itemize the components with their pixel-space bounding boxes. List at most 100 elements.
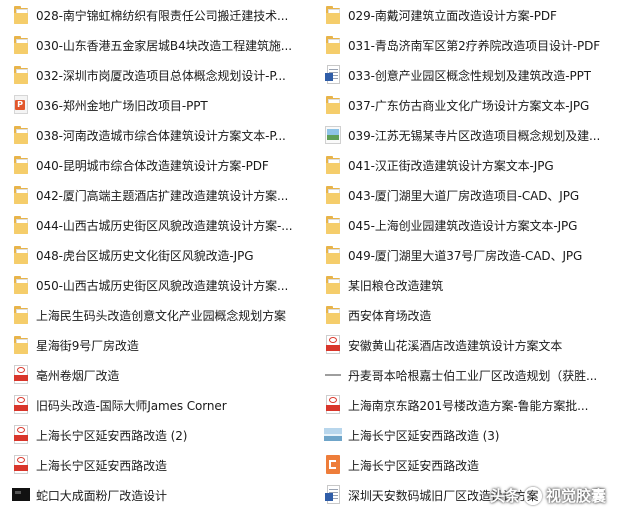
file-list-left-column: 028-南宁锦虹棉纺织有限责任公司搬迁建技术... 030-山东香港五金家居城B4… [0,0,310,510]
file-name: 033-创意产业园区概念性规划及建筑改造-PPT [348,68,591,83]
ppt-icon: P [12,95,30,115]
file-item[interactable]: 048-虎台区城历史文化街区风貌改造-JPG [0,240,310,270]
file-name: 上海长宁区延安西路改造 (2) [36,428,188,443]
folder-icon [324,35,342,55]
file-name: 上海长宁区延安西路改造 (3) [348,428,500,443]
dark-image-icon [12,485,30,505]
file-name: 042-厦门高端主题酒店扩建改造建筑设计方案... [36,188,289,203]
file-name: 028-南宁锦虹棉纺织有限责任公司搬迁建技术... [36,8,289,23]
file-item[interactable]: 029-南戴河建筑立面改造设计方案-PDF [318,0,618,30]
pdf-icon [324,395,342,415]
file-name: 上海南京东路201号楼改造方案-鲁能方案批... [348,398,589,413]
folder-icon [324,5,342,25]
file-item[interactable]: 041-汉正街改造建筑设计方案文本-JPG [318,150,618,180]
file-name: 044-山西古城历史街区风貌改造建筑设计方案-... [36,218,293,233]
file-name: 安徽黄山花溪酒店改造建筑设计方案文本 [348,338,563,353]
file-name: 029-南戴河建筑立面改造设计方案-PDF [348,8,557,23]
file-item[interactable]: 上海民生码头改造创意文化产业园概念规划方案 [0,300,310,330]
folder-icon [12,65,30,85]
file-item[interactable]: 上海长宁区延安西路改造 [318,450,618,480]
file-name: 039-江苏无锡某寺片区改造项目概念规划及建... [348,128,601,143]
file-name: 043-厦门湖里大道厂房改造项目-CAD、JPG [348,188,580,203]
folder-icon [324,305,342,325]
file-item[interactable]: 032-深圳市岗厦改造项目总体概念规划设计-P... [0,60,310,90]
folder-icon [12,185,30,205]
file-item[interactable]: 丹麦哥本哈根嘉士伯工业厂区改造规划（获胜... [318,360,618,390]
orange-doc-icon [324,455,342,475]
file-item[interactable]: 某旧粮仓改造建筑 [318,270,618,300]
folder-icon [324,185,342,205]
file-item[interactable]: P 036-郑州金地广场旧改项目-PPT [0,90,310,120]
file-name: 西安体育场改造 [348,308,432,323]
stripe-icon [324,365,342,385]
file-name: 旧码头改造-国际大师James Corner [36,398,227,413]
pdf-icon [12,365,30,385]
file-item[interactable]: 星海街9号厂房改造 [0,330,310,360]
file-item[interactable]: 039-江苏无锡某寺片区改造项目概念规划及建... [318,120,618,150]
folder-icon [12,35,30,55]
file-name: 040-昆明城市综合体改造建筑设计方案-PDF [36,158,269,173]
file-item[interactable]: 028-南宁锦虹棉纺织有限责任公司搬迁建技术... [0,0,310,30]
file-item[interactable]: 上海南京东路201号楼改造方案-鲁能方案批... [318,390,618,420]
file-list-right-column: 029-南戴河建筑立面改造设计方案-PDF 031-青岛济南军区第2疗养院改造项目… [318,0,618,510]
folder-icon [324,245,342,265]
folder-icon [324,215,342,235]
pdf-icon [324,335,342,355]
file-name: 亳州卷烟厂改造 [36,368,120,383]
file-name: 030-山东香港五金家居城B4块改造工程建筑施... [36,38,292,53]
file-item[interactable]: 上海长宁区延安西路改造 [0,450,310,480]
folder-icon [324,155,342,175]
file-name: 上海长宁区延安西路改造 [36,458,167,473]
file-item[interactable]: 亳州卷烟厂改造 [0,360,310,390]
file-name: 032-深圳市岗厦改造项目总体概念规划设计-P... [36,68,286,83]
file-item[interactable]: 045-上海创业园建筑改造设计方案文本-JPG [318,210,618,240]
file-item[interactable]: 030-山东香港五金家居城B4块改造工程建筑施... [0,30,310,60]
folder-icon [12,125,30,145]
file-item[interactable]: 050-山西古城历史街区风貌改造建筑设计方案... [0,270,310,300]
file-item[interactable]: 042-厦门高端主题酒店扩建改造建筑设计方案... [0,180,310,210]
file-item[interactable]: 049-厦门湖里大道37号厂房改造-CAD、JPG [318,240,618,270]
pdf-icon [12,395,30,415]
file-item[interactable]: 044-山西古城历史街区风貌改造建筑设计方案-... [0,210,310,240]
file-name: 050-山西古城历史街区风貌改造建筑设计方案... [36,278,289,293]
folder-icon [12,215,30,235]
folder-icon [12,155,30,175]
file-item[interactable]: 037-广东仿古商业文化广场设计方案文本-JPG [318,90,618,120]
file-item[interactable]: 蛇口大成面粉厂改造设计 [0,480,310,510]
file-name: 某旧粮仓改造建筑 [348,278,444,293]
file-name: 041-汉正街改造建筑设计方案文本-JPG [348,158,554,173]
file-item[interactable]: 上海长宁区延安西路改造 (3) [318,420,618,450]
folder-icon [12,5,30,25]
file-item[interactable]: 038-河南改造城市综合体建筑设计方案文本-P... [0,120,310,150]
folder-icon [12,275,30,295]
file-item[interactable]: 上海长宁区延安西路改造 (2) [0,420,310,450]
folder-icon [12,245,30,265]
folder-icon [324,275,342,295]
doc-icon [324,65,342,85]
pdf-icon [12,425,30,445]
doc-icon [324,485,342,505]
file-item[interactable]: 安徽黄山花溪酒店改造建筑设计方案文本 [318,330,618,360]
file-name: 031-青岛济南军区第2疗养院改造项目设计-PDF [348,38,601,53]
watermark-prefix: 头条 [489,487,520,505]
file-item[interactable]: 033-创意产业园区概念性规划及建筑改造-PPT [318,60,618,90]
file-name: 037-广东仿古商业文化广场设计方案文本-JPG [348,98,590,113]
watermark-circle-icon [523,486,542,505]
file-name: 丹麦哥本哈根嘉士伯工业厂区改造规划（获胜... [348,368,598,383]
file-item[interactable]: 043-厦门湖里大道厂房改造项目-CAD、JPG [318,180,618,210]
folder-icon [324,95,342,115]
file-item[interactable]: 040-昆明城市综合体改造建筑设计方案-PDF [0,150,310,180]
landscape-image-icon [324,425,342,445]
folder-icon [12,305,30,325]
file-item[interactable]: 031-青岛济南军区第2疗养院改造项目设计-PDF [318,30,618,60]
file-name: 049-厦门湖里大道37号厂房改造-CAD、JPG [348,248,583,263]
file-name: 036-郑州金地广场旧改项目-PPT [36,98,208,113]
file-name: 048-虎台区城历史文化街区风貌改造-JPG [36,248,254,263]
file-item[interactable]: 旧码头改造-国际大师James Corner [0,390,310,420]
file-name: 038-河南改造城市综合体建筑设计方案文本-P... [36,128,286,143]
file-item[interactable]: 西安体育场改造 [318,300,618,330]
file-name: 蛇口大成面粉厂改造设计 [36,488,167,503]
file-name: 星海街9号厂房改造 [36,338,139,353]
pdf-icon [12,455,30,475]
file-name: 045-上海创业园建筑改造设计方案文本-JPG [348,218,578,233]
